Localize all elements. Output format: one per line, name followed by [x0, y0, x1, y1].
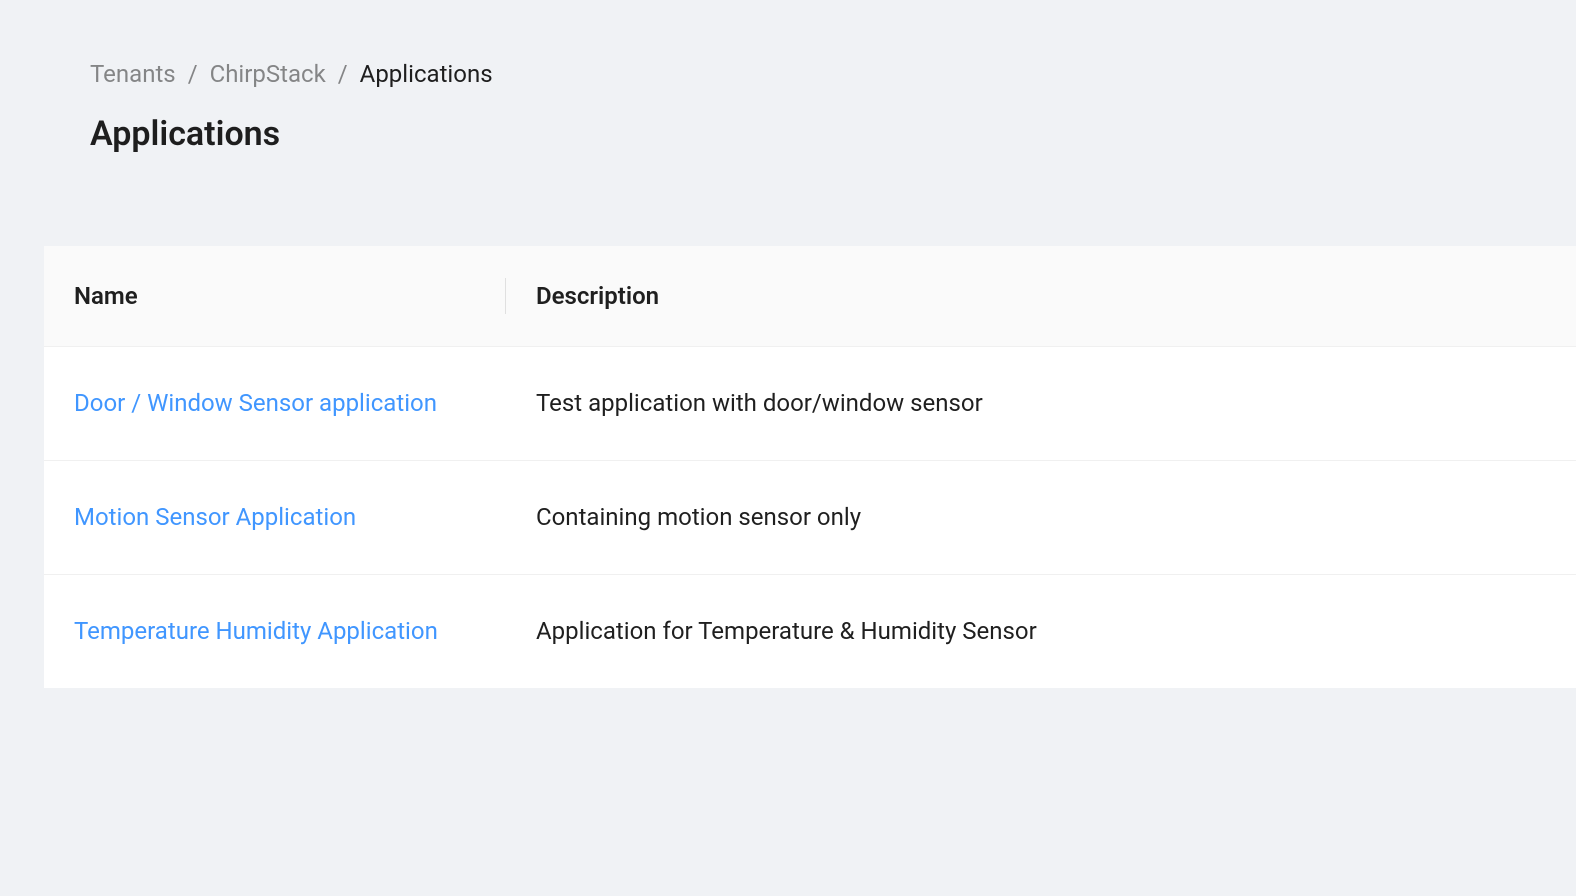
cell-name: Temperature Humidity Application	[44, 574, 506, 687]
cell-name: Door / Window Sensor application	[44, 347, 506, 461]
page-title: Applications	[90, 112, 1486, 156]
breadcrumb-applications: Applications	[360, 56, 493, 92]
table-row: Temperature Humidity Application Applica…	[44, 574, 1576, 687]
breadcrumb-chirpstack[interactable]: ChirpStack	[210, 56, 326, 92]
cell-description: Containing motion sensor only	[506, 460, 1576, 574]
page-header: Tenants / ChirpStack / Applications Appl…	[0, 0, 1576, 156]
application-link[interactable]: Door / Window Sensor application	[74, 389, 437, 417]
application-link[interactable]: Temperature Humidity Application	[74, 617, 438, 645]
breadcrumb-separator: /	[338, 56, 348, 92]
cell-description: Application for Temperature & Humidity S…	[506, 574, 1576, 687]
cell-description: Test application with door/window sensor	[506, 347, 1576, 461]
applications-table-container: Name Description Door / Window Sensor ap…	[44, 246, 1576, 687]
breadcrumb-separator: /	[188, 56, 198, 92]
table-row: Door / Window Sensor application Test ap…	[44, 347, 1576, 461]
column-header-name[interactable]: Name	[44, 246, 506, 347]
breadcrumb-tenants[interactable]: Tenants	[90, 56, 176, 92]
application-link[interactable]: Motion Sensor Application	[74, 503, 356, 531]
column-header-description[interactable]: Description	[506, 246, 1576, 347]
applications-table: Name Description Door / Window Sensor ap…	[44, 246, 1576, 687]
table-header-row: Name Description	[44, 246, 1576, 347]
cell-name: Motion Sensor Application	[44, 460, 506, 574]
table-row: Motion Sensor Application Containing mot…	[44, 460, 1576, 574]
breadcrumb: Tenants / ChirpStack / Applications	[90, 56, 1486, 92]
